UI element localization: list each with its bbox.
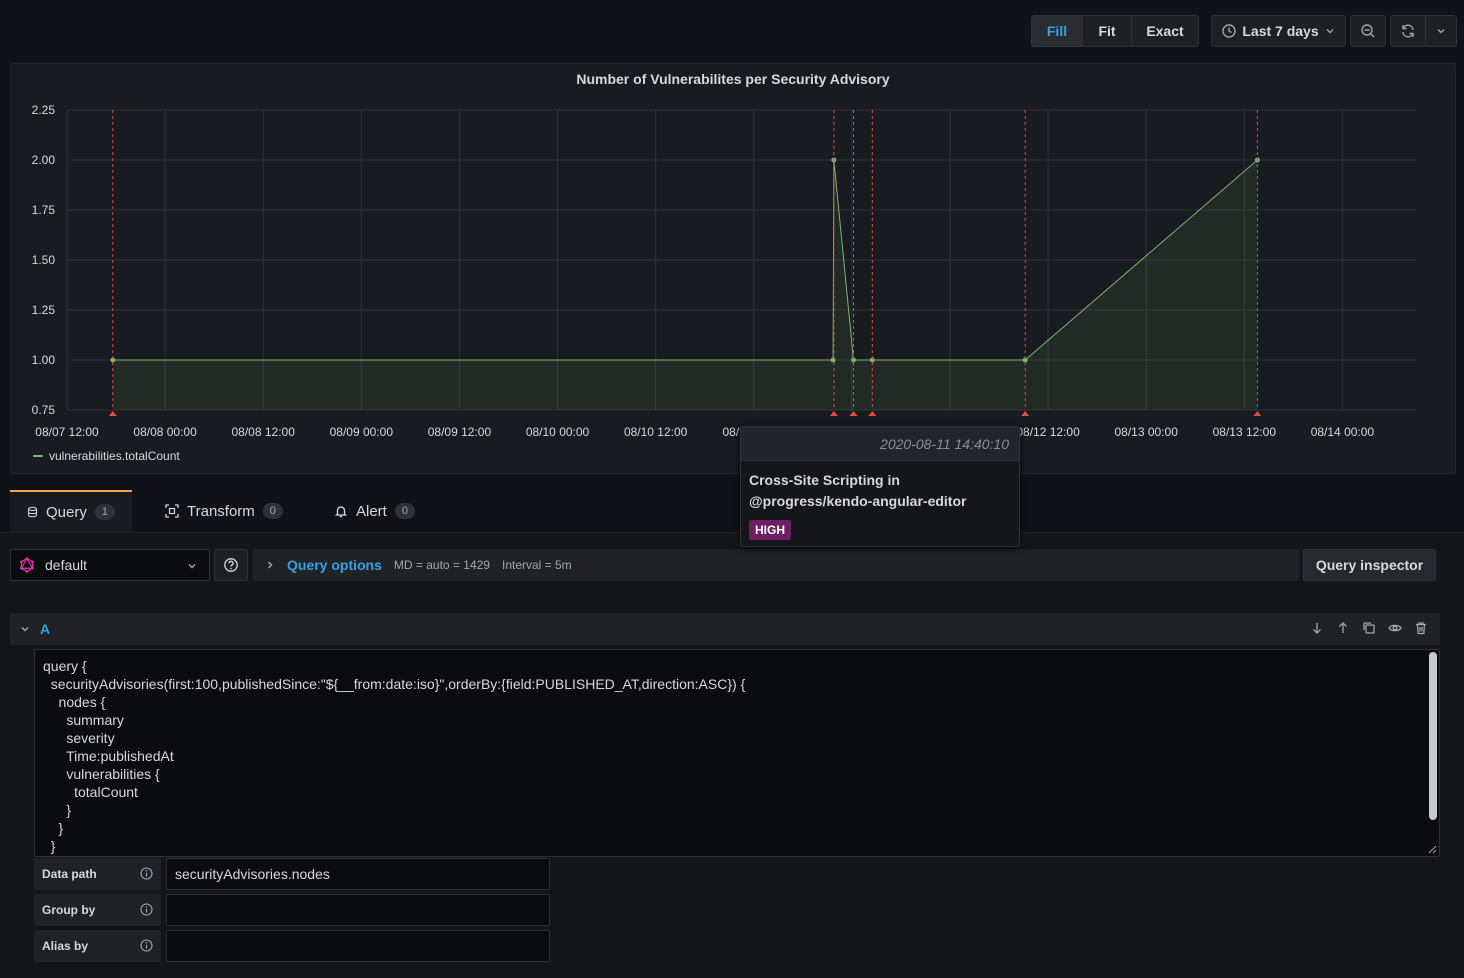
annotation-marker: [1253, 411, 1262, 416]
exact-button[interactable]: Exact: [1131, 15, 1199, 47]
query-options-bar[interactable]: Query options MD = auto = 1429 Interval …: [253, 549, 1299, 581]
y-tick-label: 2.00: [32, 153, 56, 167]
tooltip-text: Cross-Site Scripting in @progress/kendo-…: [749, 472, 967, 509]
zoom-out-icon: [1361, 24, 1375, 38]
annotation-marker: [868, 411, 877, 416]
refresh-interval-dropdown[interactable]: [1425, 15, 1457, 47]
query-inspector-button[interactable]: Query inspector: [1303, 549, 1436, 581]
info-icon[interactable]: [140, 867, 153, 880]
y-tick-label: 1.75: [32, 203, 56, 217]
tab-transform[interactable]: Transform 0: [148, 490, 300, 532]
x-tick-label: 08/09 00:00: [330, 425, 394, 439]
query-code-editor[interactable]: query { securityAdvisories(first:100,pub…: [34, 649, 1440, 857]
chevron-down-icon[interactable]: [20, 624, 30, 634]
chevron-down-icon: [1437, 29, 1445, 34]
graph-panel: Number of Vulnerabilites per Security Ad…: [10, 63, 1456, 474]
tab-transform-label: Transform: [187, 502, 255, 520]
legend-series-label[interactable]: vulnerabilities.totalCount: [49, 449, 180, 463]
max-datapoints-info: MD = auto = 1429: [393, 558, 490, 572]
series-area: [112, 160, 1258, 410]
refresh-icon: [1402, 24, 1414, 38]
annotation-marker: [108, 411, 117, 416]
database-icon: [28, 506, 37, 518]
eye-icon[interactable]: [1388, 621, 1402, 635]
alias-by-input[interactable]: [166, 930, 550, 962]
datasource-select[interactable]: default: [10, 549, 210, 581]
x-tick-label: 08/08 12:00: [232, 425, 296, 439]
bell-icon: [334, 506, 348, 518]
datasource-name: default: [45, 557, 88, 573]
query-row-header[interactable]: A: [10, 613, 1440, 645]
annotation-marker: [829, 411, 838, 416]
tabs-divider: [0, 532, 1464, 533]
tooltip-time: 2020-08-11 14:40:10: [741, 427, 1019, 461]
info-icon[interactable]: [140, 903, 153, 916]
x-tick-label: 08/10 00:00: [526, 425, 590, 439]
data-path-input[interactable]: [166, 858, 550, 890]
transform-icon: [165, 504, 179, 518]
query-row-name: A: [40, 621, 51, 637]
time-range-picker[interactable]: Last 7 days: [1211, 15, 1346, 47]
clock-icon: [1222, 24, 1237, 38]
question-circle-icon: [224, 558, 238, 572]
x-tick-label: 08/13 00:00: [1114, 425, 1178, 439]
annotation-tooltip: 2020-08-11 14:40:10 Cross-Site Scripting…: [740, 426, 1020, 547]
x-tick-label: 08/14 00:00: [1311, 425, 1375, 439]
time-range-label: Last 7 days: [1242, 23, 1319, 39]
legend-swatch: [33, 455, 43, 457]
dashboard-toolbar: Fill Fit Exact Last 7 days: [0, 15, 1464, 47]
data-point: [830, 357, 836, 363]
interval-info: Interval = 5m: [501, 558, 572, 572]
tab-alert-count: 0: [394, 503, 415, 519]
tab-query[interactable]: Query 1: [10, 490, 132, 532]
annotation-marker: [849, 411, 858, 416]
y-tick-label: 1.50: [32, 253, 56, 267]
query-text[interactable]: query { securityAdvisories(first:100,pub…: [35, 650, 1439, 856]
y-tick-label: 2.25: [32, 103, 56, 117]
fill-button[interactable]: Fill: [1031, 15, 1083, 47]
resize-handle-icon[interactable]: [1427, 844, 1437, 854]
chevron-down-icon: [1326, 29, 1334, 34]
chevron-down-icon: [188, 564, 196, 569]
alias-by-label: Alias by: [34, 930, 161, 962]
datasource-help-button[interactable]: [214, 549, 248, 581]
tab-alert-label: Alert: [356, 502, 387, 520]
editor-tabs: Query 1 Transform 0 Alert 0: [10, 490, 1464, 532]
graph-plot[interactable]: 2.25 2.00 1.75 1.50 1.25 1.00 0.75 08/07 12:00 0…: [11, 64, 1457, 444]
data-path-label: Data path: [34, 858, 161, 890]
query-options-label[interactable]: Query options: [287, 557, 382, 573]
x-tick-label: 08/09 12:00: [428, 425, 492, 439]
fit-button[interactable]: Fit: [1082, 15, 1132, 47]
annotation-marker: [1021, 411, 1030, 416]
x-tick-label: 08/12 12:00: [1016, 425, 1080, 439]
tab-alert[interactable]: Alert 0: [317, 490, 432, 532]
refresh-button[interactable]: [1390, 15, 1426, 47]
y-tick-label: 1.25: [32, 303, 56, 317]
severity-tag: HIGH: [749, 520, 791, 540]
move-down-icon[interactable]: [1310, 621, 1324, 635]
x-tick-label: 08/10 12:00: [624, 425, 688, 439]
move-up-icon[interactable]: [1336, 621, 1350, 635]
chevron-right-icon: [268, 561, 273, 569]
code-scrollbar[interactable]: [1429, 652, 1437, 820]
tab-transform-count: 0: [262, 503, 283, 519]
y-tick-label: 0.75: [32, 403, 56, 417]
tab-query-count: 1: [94, 504, 115, 520]
info-icon[interactable]: [140, 939, 153, 952]
zoom-out-button[interactable]: [1350, 15, 1386, 47]
y-tick-label: 1.00: [32, 353, 56, 367]
x-tick-label: 08/07 12:00: [35, 425, 99, 439]
graphql-icon: [20, 557, 34, 573]
group-by-input[interactable]: [166, 894, 550, 926]
duplicate-icon[interactable]: [1362, 621, 1376, 635]
x-tick-label: 08/13 12:00: [1213, 425, 1277, 439]
tab-query-label: Query: [46, 503, 87, 521]
x-tick-label: 08/08 00:00: [133, 425, 197, 439]
legend[interactable]: vulnerabilities.totalCount: [33, 449, 180, 463]
group-by-label: Group by: [34, 894, 161, 926]
trash-icon[interactable]: [1414, 621, 1428, 635]
